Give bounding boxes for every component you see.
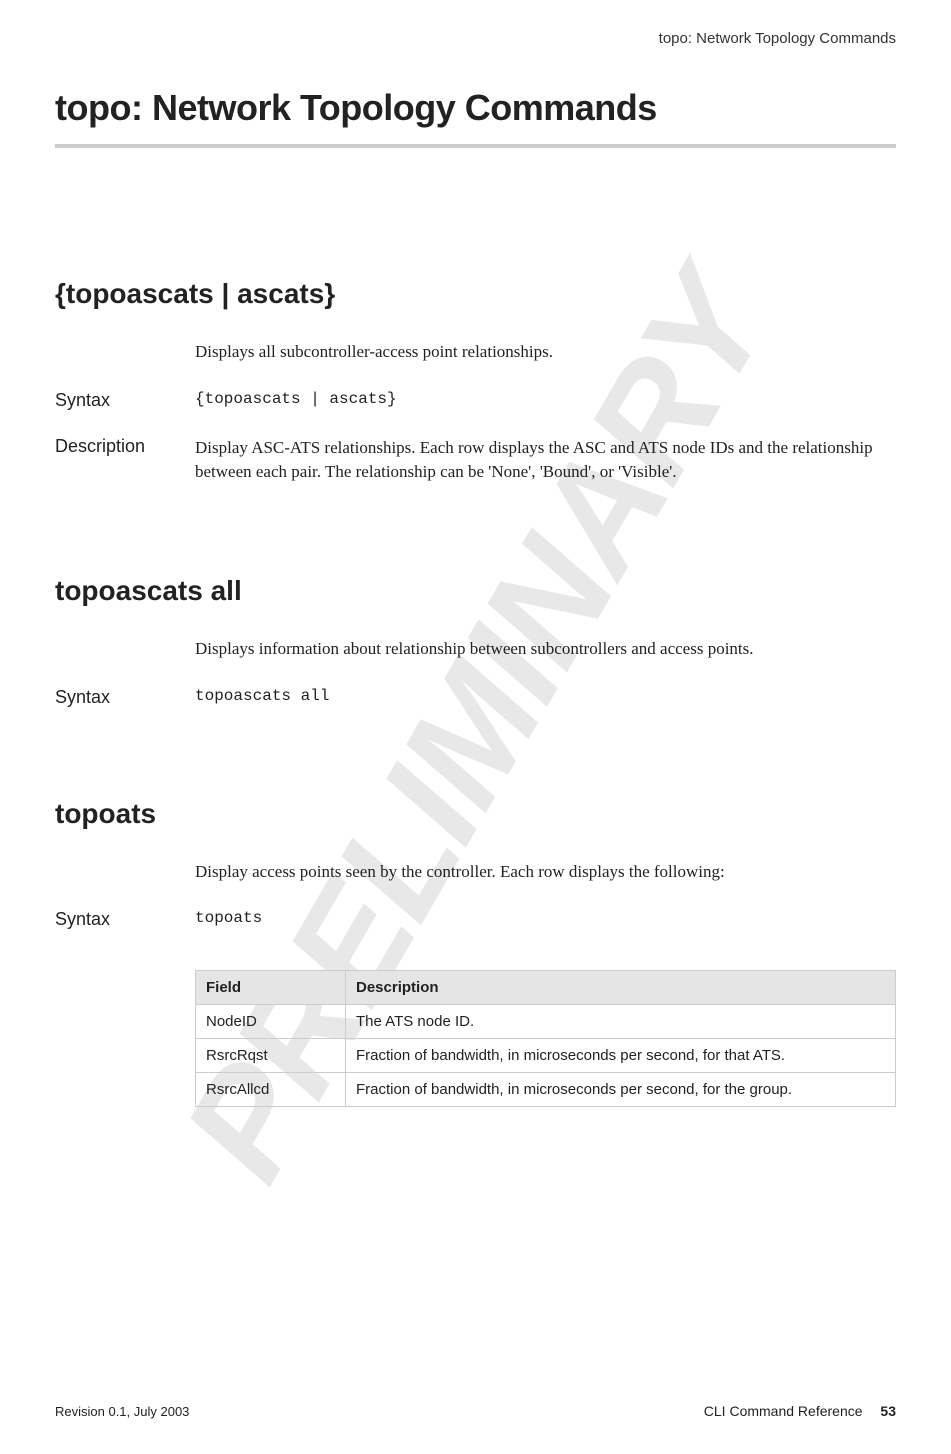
syntax-value: topoats bbox=[195, 909, 896, 930]
table-row: RsrcRqst Fraction of bandwidth, in micro… bbox=[196, 1039, 896, 1073]
command-summary: Displays all subcontroller-access point … bbox=[195, 340, 896, 365]
command-name: {topoascats | ascats} bbox=[55, 278, 896, 310]
table-cell-field: RsrcRqst bbox=[196, 1039, 346, 1073]
command-section: topoats Display access points seen by th… bbox=[55, 798, 896, 1108]
chapter-title: topo: Network Topology Commands bbox=[55, 87, 896, 148]
footer-revision: Revision 0.1, July 2003 bbox=[55, 1404, 189, 1419]
field-table: Field Description NodeID The ATS node ID… bbox=[195, 970, 896, 1107]
syntax-label: Syntax bbox=[55, 687, 195, 708]
command-section: topoascats all Displays information abou… bbox=[55, 575, 896, 708]
table-cell-description: The ATS node ID. bbox=[346, 1005, 896, 1039]
command-section: {topoascats | ascats} Displays all subco… bbox=[55, 278, 896, 485]
footer-page-number: 53 bbox=[880, 1403, 896, 1419]
page-footer: Revision 0.1, July 2003 CLI Command Refe… bbox=[55, 1403, 896, 1419]
table-header-field: Field bbox=[196, 971, 346, 1005]
table-cell-description: Fraction of bandwidth, in microseconds p… bbox=[346, 1073, 896, 1107]
syntax-value: topoascats all bbox=[195, 687, 896, 708]
description-value: Display ASC-ATS relationships. Each row … bbox=[195, 436, 896, 485]
table-cell-field: RsrcAllcd bbox=[196, 1073, 346, 1107]
table-header-description: Description bbox=[346, 971, 896, 1005]
footer-doc-title: CLI Command Reference bbox=[704, 1403, 863, 1419]
description-label: Description bbox=[55, 436, 195, 485]
syntax-value: {topoascats | ascats} bbox=[195, 390, 896, 411]
syntax-label: Syntax bbox=[55, 390, 195, 411]
command-name: topoascats all bbox=[55, 575, 896, 607]
syntax-label: Syntax bbox=[55, 909, 195, 930]
command-summary: Display access points seen by the contro… bbox=[195, 860, 896, 885]
command-summary: Displays information about relationship … bbox=[195, 637, 896, 662]
command-name: topoats bbox=[55, 798, 896, 830]
table-cell-field: NodeID bbox=[196, 1005, 346, 1039]
table-row: RsrcAllcd Fraction of bandwidth, in micr… bbox=[196, 1073, 896, 1107]
table-row: NodeID The ATS node ID. bbox=[196, 1005, 896, 1039]
running-header: topo: Network Topology Commands bbox=[55, 30, 896, 47]
table-cell-description: Fraction of bandwidth, in microseconds p… bbox=[346, 1039, 896, 1073]
